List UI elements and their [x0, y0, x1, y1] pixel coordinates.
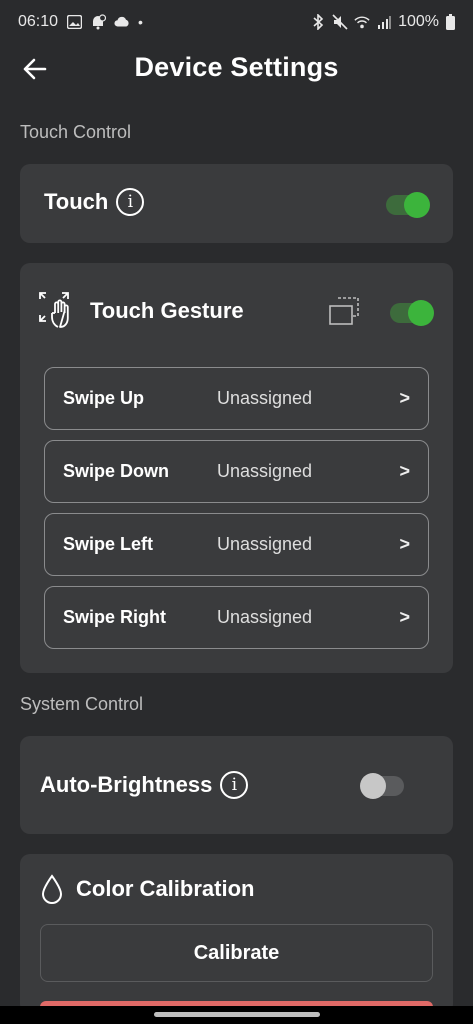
wifi-icon	[354, 14, 370, 30]
app-bar: Device Settings	[0, 44, 473, 94]
touch-row: Touch i	[44, 188, 145, 216]
gesture-value: Unassigned	[217, 388, 313, 408]
info-icon[interactable]: i	[220, 771, 249, 799]
auto-brightness-toggle[interactable]	[360, 773, 404, 799]
touch-label: Touch	[44, 189, 109, 214]
gesture-item-swipe-right[interactable]: Swipe Right Unassigned >	[44, 586, 429, 649]
gesture-label: Swipe Up	[63, 388, 145, 408]
mute-icon	[332, 14, 348, 30]
battery-percent: 100%	[398, 13, 439, 30]
touch-gesture-row: Touch Gesture	[38, 291, 244, 331]
signal-icon	[376, 14, 392, 30]
toggle-knob	[360, 773, 386, 799]
cloud-icon	[114, 14, 130, 30]
touch-gesture-toggle[interactable]	[390, 300, 434, 326]
touch-gesture-label: Touch Gesture	[90, 298, 244, 323]
section-title-touch-control: Touch Control	[20, 122, 132, 142]
home-indicator[interactable]	[154, 1012, 320, 1017]
gesture-label: Swipe Down	[63, 461, 170, 481]
color-calibration-card: Color Calibration Calibrate	[20, 854, 453, 1014]
auto-brightness-card: Auto-Brightness i	[20, 736, 453, 834]
bluetooth-icon	[310, 14, 326, 30]
gesture-item-swipe-down[interactable]: Swipe Down Unassigned >	[44, 440, 429, 503]
gesture-item-swipe-up[interactable]: Swipe Up Unassigned >	[44, 367, 429, 430]
gesture-value: Unassigned	[217, 534, 313, 554]
chevron-right-icon: >	[399, 607, 410, 627]
notification-settings-icon	[90, 14, 107, 30]
gesture-value: Unassigned	[217, 607, 313, 627]
info-icon[interactable]: i	[116, 188, 145, 216]
copy-icon[interactable]	[328, 296, 360, 326]
toggle-knob	[404, 192, 430, 218]
color-calibration-label: Color Calibration	[76, 876, 255, 901]
section-title-system-control: System Control	[20, 694, 144, 714]
gesture-item-swipe-left[interactable]: Swipe Left Unassigned >	[44, 513, 429, 576]
page-title: Device Settings	[134, 52, 339, 82]
chevron-right-icon: >	[399, 534, 410, 554]
auto-brightness-row: Auto-Brightness i	[40, 771, 249, 799]
color-calibration-row: Color Calibration	[40, 874, 254, 904]
gesture-value: Unassigned	[217, 461, 313, 481]
status-bar: 06:10 • 100%	[0, 0, 473, 44]
image-icon	[66, 14, 82, 30]
touch-card: Touch i	[20, 164, 453, 243]
battery-icon	[445, 14, 455, 30]
toggle-knob	[408, 300, 434, 326]
touch-toggle[interactable]	[386, 192, 430, 218]
touch-gesture-icon	[38, 291, 78, 331]
chevron-right-icon: >	[399, 388, 410, 408]
touch-gesture-card: Touch Gesture Swipe Up Unassigned > Swip…	[20, 263, 453, 673]
calibrate-button[interactable]: Calibrate	[40, 924, 433, 982]
gesture-label: Swipe Left	[63, 534, 154, 554]
status-dot: •	[138, 14, 143, 30]
droplet-icon	[40, 874, 64, 904]
auto-brightness-label: Auto-Brightness	[40, 772, 213, 797]
chevron-right-icon: >	[399, 461, 410, 481]
gesture-label: Swipe Right	[63, 607, 166, 627]
status-time: 06:10	[18, 13, 59, 30]
